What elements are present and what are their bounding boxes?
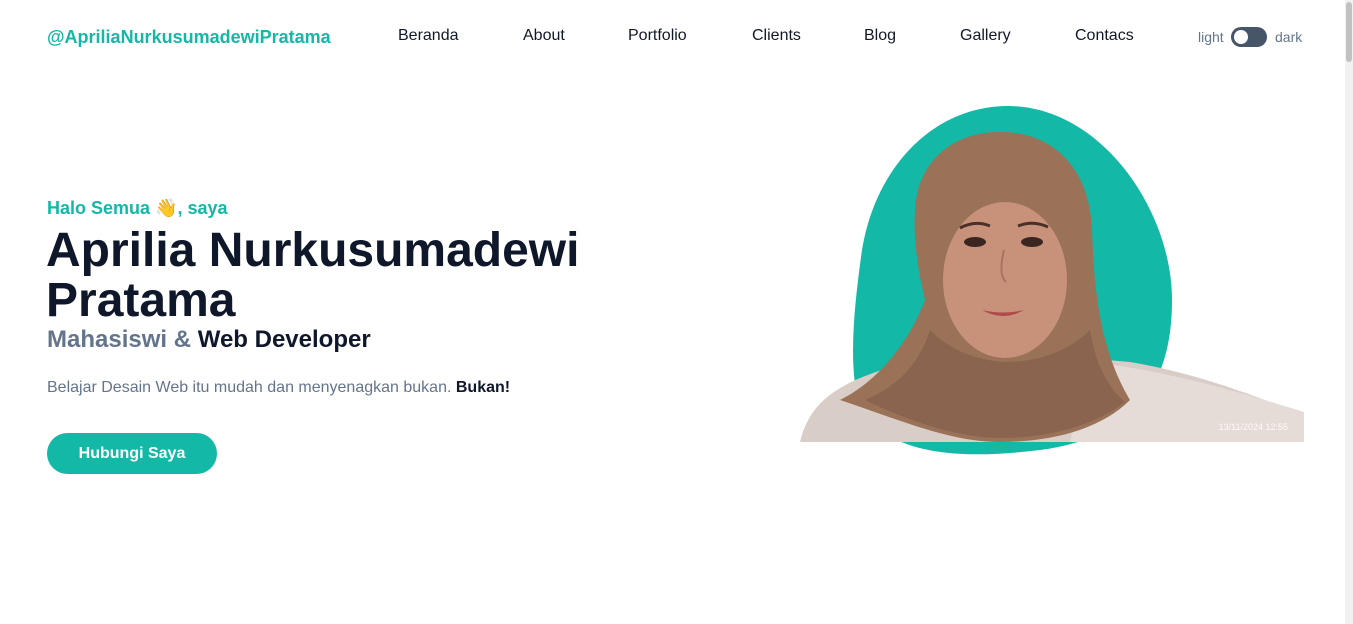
- hero-portrait: 13/11/2024 12:55: [800, 100, 1304, 462]
- toggle-knob: [1234, 30, 1248, 44]
- description-text: Belajar Desain Web itu mudah dan menyena…: [47, 379, 456, 396]
- nav-about[interactable]: About: [523, 27, 565, 45]
- page-scrollbar[interactable]: [1345, 0, 1353, 624]
- hero-greeting: Halo Semua 👋, saya: [47, 198, 228, 219]
- scrollbar-thumb[interactable]: [1346, 2, 1352, 62]
- nav-clients[interactable]: Clients: [752, 27, 801, 45]
- profile-photo: 13/11/2024 12:55: [800, 105, 1304, 455]
- nav-blog[interactable]: Blog: [864, 27, 896, 45]
- theme-dark-label: dark: [1275, 29, 1303, 45]
- role-student: Mahasiswi &: [47, 326, 198, 353]
- brand-logo[interactable]: @ApriliaNurkusumadewiPratama: [47, 27, 331, 48]
- description-emphasis: Bukan!: [455, 379, 511, 396]
- hero-name: Aprilia Nurkusumadewi Pratama: [46, 224, 580, 327]
- waving-hand-icon: 👋: [155, 198, 178, 219]
- nav-contacs[interactable]: Contacs: [1075, 27, 1134, 45]
- nav-gallery[interactable]: Gallery: [960, 27, 1011, 45]
- greeting-text: Halo Semua: [47, 198, 151, 218]
- theme-switcher: light dark: [1198, 27, 1308, 47]
- photo-timestamp: 13/11/2024 12:55: [1219, 422, 1288, 432]
- dark-mode-toggle[interactable]: [1231, 27, 1267, 47]
- greeting-suffix: , saya: [177, 198, 228, 218]
- nav-portfolio[interactable]: Portfolio: [628, 27, 687, 45]
- hero-description: Belajar Desain Web itu mudah dan menyena…: [47, 379, 510, 397]
- nav-beranda[interactable]: Beranda: [398, 27, 459, 45]
- theme-light-label: light: [1198, 29, 1224, 45]
- hero-role: Mahasiswi & Web Developer: [47, 326, 371, 354]
- navbar: @ApriliaNurkusumadewiPratama Beranda Abo…: [0, 0, 1345, 74]
- contact-me-button[interactable]: Hubungi Saya: [47, 433, 217, 474]
- role-web-developer: Web Developer: [197, 326, 371, 353]
